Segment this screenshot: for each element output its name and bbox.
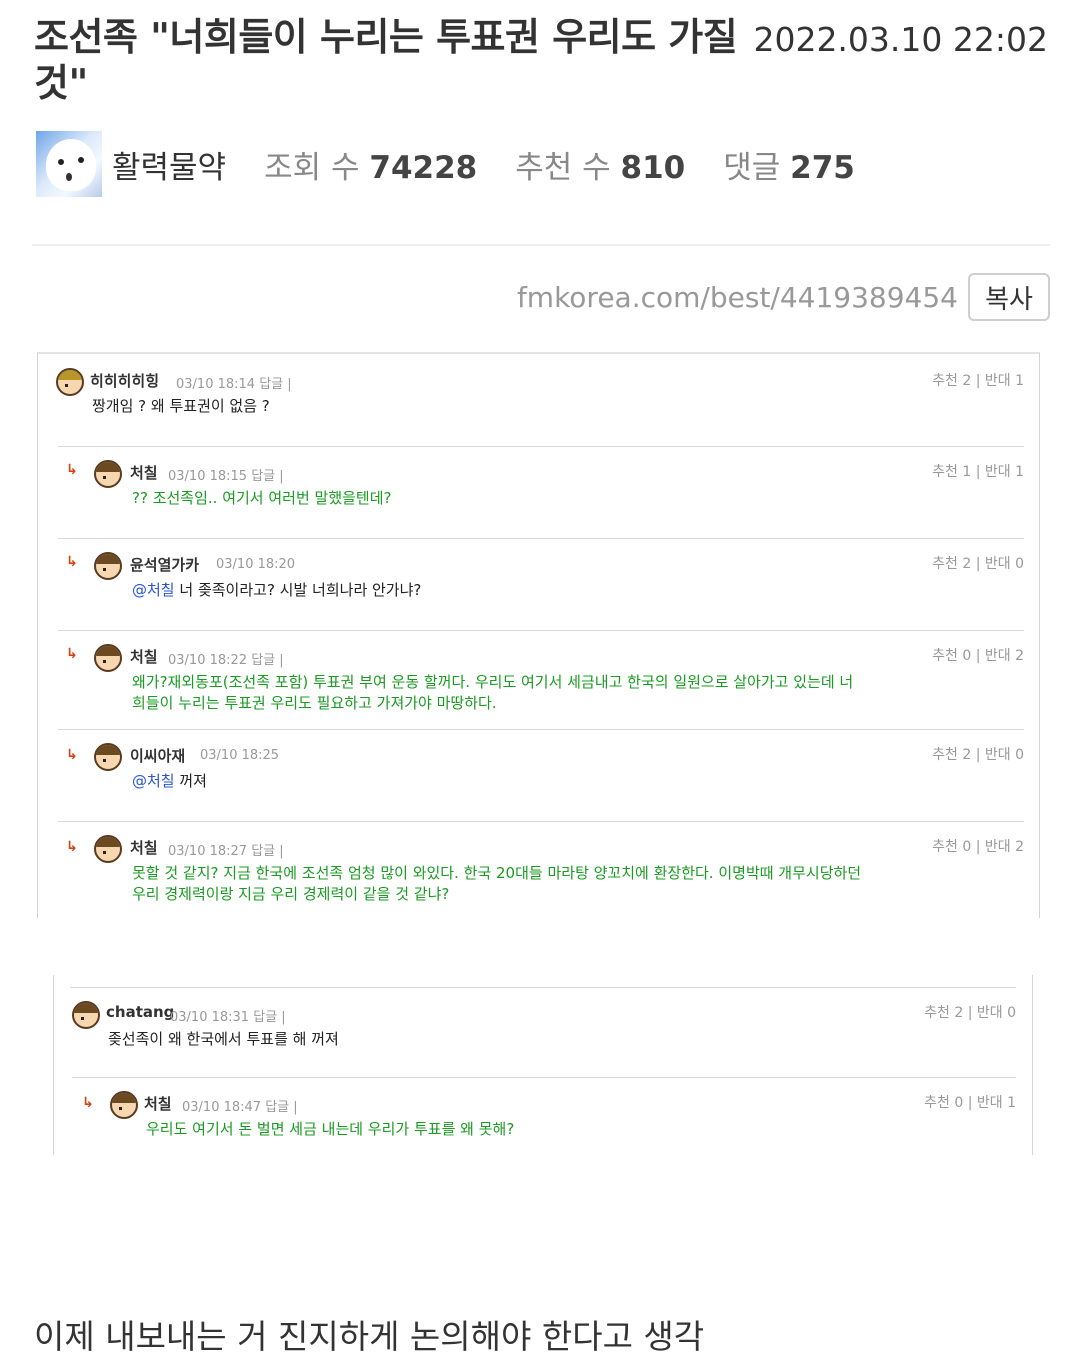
url-row: fmkorea.com/best/4419389454 복사 [517, 273, 1050, 321]
list-item: ↳ 이씨아재 03/10 18:25 추천 2 | 반대 0 @처칠 꺼져 [54, 729, 1024, 821]
comment-time: 03/10 18:27 답글 | [168, 844, 284, 859]
post-body-text: 이제 내보내는 거 진지하게 논의해야 한다고 생각 [34, 1317, 705, 1356]
user-icon [94, 743, 122, 771]
copy-url-button[interactable]: 복사 [968, 273, 1050, 321]
user-icon [94, 835, 122, 863]
author-name[interactable]: 활력물약 [112, 142, 226, 187]
mention-link[interactable]: @처칠 [132, 581, 175, 599]
comment-votes: 추천 0 | 반대 2 [932, 839, 1024, 855]
comment-nick: 처칠 [130, 648, 158, 666]
post-date: 2022.03.10 22:02 [753, 20, 1048, 59]
comment-nick: 히히히히힝 [90, 372, 160, 390]
comment-nick: 처칠 [130, 839, 158, 857]
reply-arrow-icon: ↳ [66, 462, 78, 478]
comment-votes: 추천 2 | 반대 0 [932, 747, 1024, 763]
comment-body: 우리 경제력이랑 지금 우리 경제력이 같을 것 같냐? [132, 885, 450, 903]
user-icon [94, 644, 122, 672]
comment-screenshot-2: chatang 03/10 18:31 답글 | 추천 2 | 반대 0 좆선족… [53, 975, 1033, 1155]
comment-nick: 처칠 [130, 464, 158, 482]
header-divider [32, 244, 1050, 246]
comment-votes: 추천 2 | 반대 1 [932, 373, 1024, 389]
comment-body: 짱개임 ? 왜 투표권이 없음 ? [92, 397, 270, 415]
user-icon [94, 460, 122, 488]
comment-votes: 추천 0 | 반대 2 [932, 648, 1024, 664]
comment-body: @처칠 너 좆족이라고? 시발 너희나라 안가냐? [132, 581, 422, 599]
list-item: ↳ 처칠 03/10 18:47 답글 | 추천 0 | 반대 1 우리도 여기… [70, 1077, 1016, 1155]
list-item: ↳ 처칠 03/10 18:22 답글 | 추천 0 | 반대 2 왜가?재외동… [54, 630, 1024, 729]
view-count: 조회 수 74228 [264, 149, 478, 186]
reply-arrow-icon: ↳ [66, 646, 78, 662]
user-icon [72, 1001, 100, 1029]
comment-body: ?? 조선족임.. 여기서 여러번 말했을텐데? [132, 489, 392, 507]
list-item: 히히히히힝 03/10 18:14 답글 | 추천 2 | 반대 1 짱개임 ?… [54, 366, 1024, 446]
reply-arrow-icon: ↳ [66, 554, 78, 570]
comment-time: 03/10 18:22 답글 | [168, 653, 284, 668]
post-title: 조선족 "너희들이 누리는 투표권 우리도 가질 것" [34, 15, 738, 105]
comment-time: 03/10 18:20 [216, 557, 296, 572]
comment-time: 03/10 18:25 [200, 748, 280, 763]
comment-nick: chatang [106, 1003, 175, 1021]
list-item: ↳ 처칠 03/10 18:15 답글 | 추천 1 | 반대 1 ?? 조선족… [54, 446, 1024, 538]
comment-time: 03/10 18:47 답글 | [182, 1100, 298, 1115]
comment-count: 댓글 275 [723, 149, 855, 186]
comment-nick: 처칠 [144, 1095, 172, 1113]
list-item: ↳ 윤석열가카 03/10 18:20 추천 2 | 반대 0 @처칠 너 좆족… [54, 538, 1024, 630]
comment-time: 03/10 18:14 답글 | [176, 377, 292, 392]
list-item: chatang 03/10 18:31 답글 | 추천 2 | 반대 0 좆선족… [70, 987, 1016, 1077]
comment-body: 우리도 여기서 돈 벌면 세금 내는데 우리가 투표를 왜 못해? [146, 1120, 515, 1138]
comment-votes: 추천 2 | 반대 0 [924, 1005, 1016, 1021]
comment-time: 03/10 18:31 답글 | [170, 1010, 286, 1025]
comment-time: 03/10 18:15 답글 | [168, 469, 284, 484]
post-url: fmkorea.com/best/4419389454 [516, 280, 958, 314]
comment-body: 좆선족이 왜 한국에서 투표를 해 꺼져 [108, 1030, 339, 1048]
reply-arrow-icon: ↳ [66, 839, 78, 855]
post-meta: 활력물약 조회 수 74228 추천 수 810 댓글 275 [36, 131, 855, 197]
comment-body: 왜가?재외동포(조선족 포함) 투표권 부여 운동 할꺼다. 우리도 여기서 세… [132, 673, 854, 691]
user-icon [56, 368, 84, 396]
like-count: 추천 수 810 [515, 149, 686, 186]
user-icon [110, 1091, 138, 1119]
user-icon [94, 552, 122, 580]
list-item: ↳ 처칠 03/10 18:27 답글 | 추천 0 | 반대 2 못할 것 같… [54, 821, 1024, 920]
comment-body: @처칠 꺼져 [132, 772, 207, 790]
reply-arrow-icon: ↳ [66, 747, 78, 763]
comment-votes: 추천 2 | 반대 0 [932, 556, 1024, 572]
reply-arrow-icon: ↳ [82, 1095, 94, 1111]
comment-votes: 추천 1 | 반대 1 [932, 464, 1024, 480]
comment-nick: 윤석열가카 [130, 556, 200, 574]
mention-link[interactable]: @처칠 [132, 772, 175, 790]
comment-votes: 추천 0 | 반대 1 [924, 1095, 1016, 1111]
comment-body: 희들이 누리는 투표권 우리도 필요하고 가져가야 마땅하다. [132, 694, 497, 712]
author-avatar[interactable] [36, 131, 102, 197]
comment-body: 못할 것 같지? 지금 한국에 조선족 엄청 많이 와있다. 한국 20대들 마… [132, 864, 862, 882]
comment-screenshot-1: 히히히히힝 03/10 18:14 답글 | 추천 2 | 반대 1 짱개임 ?… [37, 352, 1040, 918]
comment-nick: 이씨아재 [130, 747, 186, 765]
